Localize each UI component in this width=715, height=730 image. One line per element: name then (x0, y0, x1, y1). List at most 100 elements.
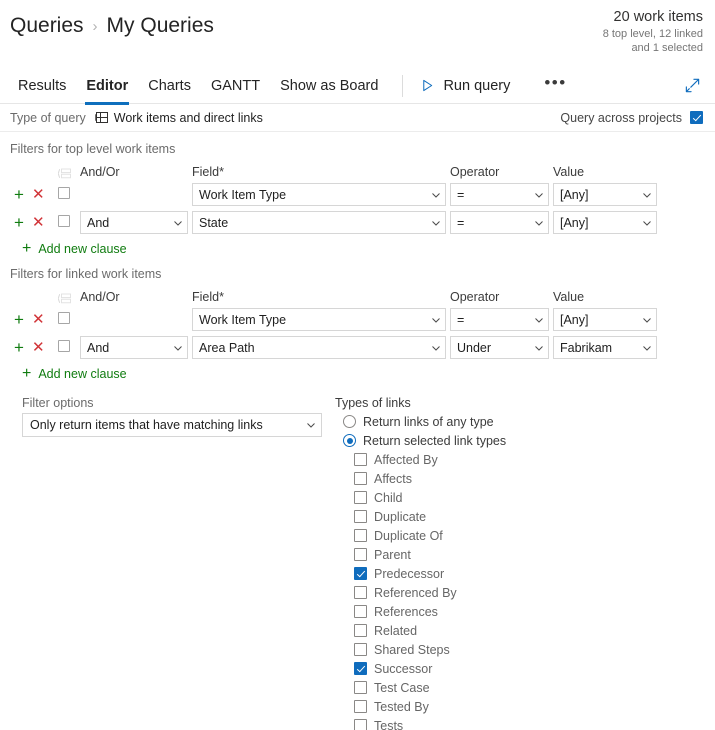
add-clause-icon[interactable]: + (14, 339, 24, 356)
link-type-duplicate-of[interactable]: Duplicate Of (335, 526, 705, 545)
clause-field-select[interactable]: State (192, 211, 446, 234)
clause-operator-select[interactable]: = (450, 183, 549, 206)
radio-button[interactable] (343, 434, 356, 447)
run-query-button[interactable]: Run query (415, 78, 516, 94)
filter-options-value: Only return items that have matching lin… (30, 418, 263, 432)
add-clause-icon[interactable]: + (14, 311, 24, 328)
link-type-checkbox[interactable] (354, 719, 367, 730)
link-type-predecessor[interactable]: Predecessor (335, 564, 705, 583)
link-type-checkbox[interactable] (354, 491, 367, 504)
grid-icon (94, 112, 108, 123)
add-clause-icon[interactable]: + (14, 186, 24, 203)
query-across-projects-checkbox[interactable] (690, 111, 703, 124)
link-type-successor[interactable]: Successor (335, 659, 705, 678)
clause-select-cell (58, 214, 80, 232)
link-type-checkbox[interactable] (354, 529, 367, 542)
link-type-label: Predecessor (374, 566, 445, 581)
types-of-links-label: Types of links (335, 396, 411, 410)
chevron-down-icon (432, 192, 440, 198)
link-type-checkbox[interactable] (354, 567, 367, 580)
link-type-child[interactable]: Child (335, 488, 705, 507)
plus-icon: + (22, 365, 32, 382)
remove-clause-icon[interactable]: ✕ (32, 215, 45, 230)
link-type-checkbox[interactable] (354, 605, 367, 618)
clause-select-checkbox[interactable] (58, 186, 70, 199)
clause-and-or-select[interactable]: And (80, 336, 188, 359)
chevron-down-icon (535, 192, 543, 198)
clause-operator-select[interactable]: Under (450, 336, 549, 359)
chevron-down-icon (535, 220, 543, 226)
link-type-related[interactable]: Related (335, 621, 705, 640)
tab-editor[interactable]: Editor (76, 68, 138, 105)
link-type-checkbox[interactable] (354, 643, 367, 656)
link-type-checkbox[interactable] (354, 510, 367, 523)
clause-value-select[interactable]: [Any] (553, 211, 657, 234)
clause-field-value: Area Path (199, 340, 255, 355)
clause-operator-value: Under (457, 340, 492, 355)
query-across-projects[interactable]: Query across projects (560, 111, 703, 125)
query-type-selector[interactable]: Work items and direct links (94, 111, 263, 125)
clause-operator-value: = (457, 312, 465, 327)
more-options-icon[interactable]: ••• (538, 74, 572, 91)
add-new-clause-linked[interactable]: + Add new clause (10, 366, 705, 382)
clause-select-checkbox[interactable] (58, 311, 70, 324)
filter-options-pane: Filter options Only return items that ha… (10, 396, 335, 730)
add-new-clause-top-level[interactable]: + Add new clause (10, 241, 705, 257)
breadcrumb-separator-icon: › (92, 18, 98, 35)
link-type-checkbox[interactable] (354, 548, 367, 561)
link-type-label: Child (374, 490, 403, 505)
link-type-affected-by[interactable]: Affected By (335, 450, 705, 469)
tab-charts[interactable]: Charts (138, 68, 201, 104)
link-type-checkbox[interactable] (354, 624, 367, 637)
link-type-checkbox[interactable] (354, 453, 367, 466)
radio-return-any-link-type[interactable]: Return links of any type (335, 412, 705, 431)
group-clauses-icon[interactable] (58, 293, 71, 304)
chevron-down-icon (643, 317, 651, 323)
link-type-label: Duplicate (374, 509, 427, 524)
link-type-shared-steps[interactable]: Shared Steps (335, 640, 705, 659)
link-type-test-case[interactable]: Test Case (335, 678, 705, 697)
link-type-checkbox[interactable] (354, 586, 367, 599)
tab-show-as-board[interactable]: Show as Board (270, 68, 388, 104)
clause-value-select[interactable]: [Any] (553, 308, 657, 331)
link-type-label: Affected By (374, 452, 438, 467)
clause-select-checkbox[interactable] (58, 339, 70, 352)
breadcrumb-current[interactable]: My Queries (107, 14, 214, 38)
query-type-label: Type of query (10, 110, 86, 125)
breadcrumb-root[interactable]: Queries (10, 14, 84, 38)
tab-gantt[interactable]: GANTT (201, 68, 270, 104)
filter-options-select[interactable]: Only return items that have matching lin… (22, 413, 322, 437)
link-type-checkbox[interactable] (354, 681, 367, 694)
link-type-references[interactable]: References (335, 602, 705, 621)
clause-value-select[interactable]: Fabrikam (553, 336, 657, 359)
link-type-tests[interactable]: Tests (335, 716, 705, 730)
link-type-parent[interactable]: Parent (335, 545, 705, 564)
column-header-operator: Operator (450, 165, 500, 179)
expand-icon[interactable] (684, 77, 701, 94)
link-type-checkbox[interactable] (354, 472, 367, 485)
link-type-checkbox[interactable] (354, 662, 367, 675)
clause-operator-select[interactable]: = (450, 211, 549, 234)
link-type-checkbox[interactable] (354, 700, 367, 713)
clause-value-select[interactable]: [Any] (553, 183, 657, 206)
clause-field-select[interactable]: Work Item Type (192, 308, 446, 331)
remove-clause-icon[interactable]: ✕ (32, 340, 45, 355)
chevron-down-icon (174, 220, 182, 226)
link-type-affects[interactable]: Affects (335, 469, 705, 488)
clause-and-or-select[interactable]: And (80, 211, 188, 234)
radio-return-selected-link-types[interactable]: Return selected link types (335, 431, 705, 450)
radio-button[interactable] (343, 415, 356, 428)
remove-clause-icon[interactable]: ✕ (32, 312, 45, 327)
clause-field-select[interactable]: Work Item Type (192, 183, 446, 206)
link-type-referenced-by[interactable]: Referenced By (335, 583, 705, 602)
clause-operator-select[interactable]: = (450, 308, 549, 331)
group-clauses-icon[interactable] (58, 168, 71, 179)
clause-select-checkbox[interactable] (58, 214, 70, 227)
link-type-duplicate[interactable]: Duplicate (335, 507, 705, 526)
link-type-tested-by[interactable]: Tested By (335, 697, 705, 716)
clause-field-select[interactable]: Area Path (192, 336, 446, 359)
add-clause-icon[interactable]: + (14, 214, 24, 231)
remove-clause-icon[interactable]: ✕ (32, 187, 45, 202)
chevron-down-icon (432, 220, 440, 226)
tab-results[interactable]: Results (8, 68, 76, 104)
